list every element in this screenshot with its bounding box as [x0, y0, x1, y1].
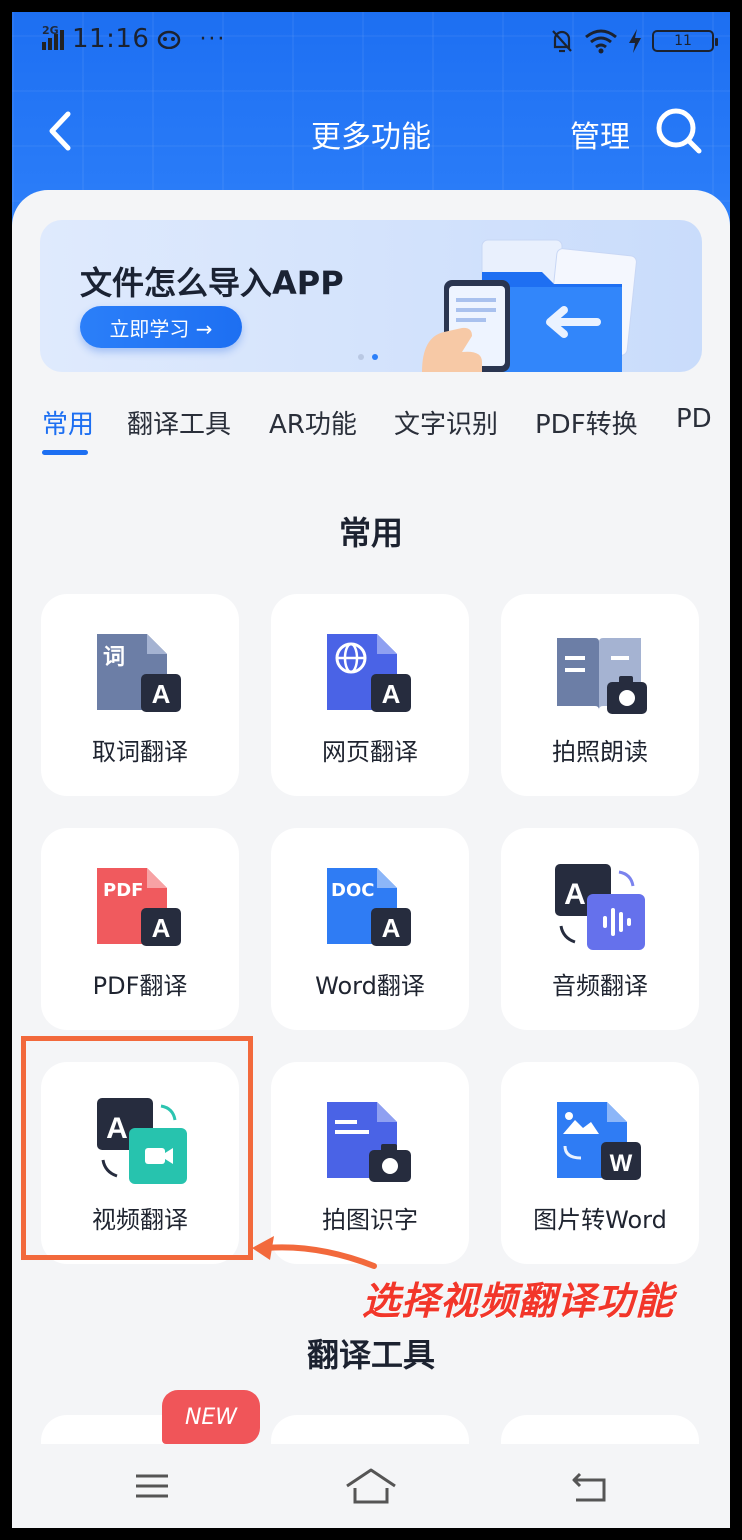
home-icon[interactable] [341, 1464, 401, 1508]
svg-text:A: A [152, 913, 171, 943]
svg-text:词: 词 [103, 645, 125, 670]
svg-text:A: A [382, 679, 401, 709]
nav-bar: 更多功能 管理 [12, 92, 730, 172]
tab-translate-tools[interactable]: 翻译工具 [127, 404, 231, 441]
tile-label: Word翻译 [315, 972, 425, 1000]
learn-now-button[interactable]: 立即学习 → [80, 306, 242, 348]
tile-label: 音频翻译 [552, 972, 648, 1000]
tile-label: 取词翻译 [92, 738, 188, 766]
network-type: 2G [42, 24, 59, 37]
svg-text:W: W [610, 1150, 633, 1177]
word-pick-translate-icon: 词 A [97, 634, 181, 712]
manage-button[interactable]: 管理 [570, 112, 630, 156]
tile-label: 网页翻译 [322, 738, 418, 766]
section-title-common: 常用 [338, 514, 403, 552]
content-area: 文件怎么导入APP 立即学习 → 常用 翻译工具 AR功能 文字识别 PDF转换… [12, 190, 730, 1460]
tile-pdf-translate[interactable]: PDF A PDF翻译 [41, 828, 239, 1030]
tile-audio-translate[interactable]: A 音频翻译 [501, 828, 699, 1030]
more-notifications: ··· [199, 26, 227, 52]
photo-ocr-icon [327, 1102, 411, 1182]
svg-text:DOC: DOC [331, 880, 374, 901]
svg-text:A: A [152, 679, 171, 709]
wifi-icon [585, 29, 617, 54]
annotation-highlight-box [21, 1036, 253, 1260]
annotation-arrow-icon [252, 1236, 377, 1269]
section-title-translate-tools: 翻译工具 [306, 1336, 435, 1374]
tab-common[interactable]: 常用 [42, 404, 94, 441]
tab-ocr[interactable]: 文字识别 [394, 404, 498, 441]
photo-read-aloud-icon [557, 638, 647, 714]
svg-text:A: A [564, 878, 586, 911]
tile-label: 图片转Word [533, 1206, 667, 1234]
menu-icon[interactable] [122, 1464, 182, 1508]
tab-pdf-more[interactable]: PD [676, 404, 712, 434]
app-screen: 2G 11:16 ··· 11 更多功能 管理 文件怎么导入APP 立即学习 →… [12, 12, 730, 1528]
new-badge: NEW [162, 1390, 260, 1444]
tile-label: 拍照朗读 [552, 738, 648, 766]
pdf-translate-icon: PDF A [97, 868, 181, 946]
status-bar: 2G 11:16 ··· 11 [12, 12, 730, 68]
banner-title: 文件怎么导入APP [80, 264, 344, 302]
system-navigation-bar [12, 1444, 730, 1528]
banner-pager [358, 354, 378, 360]
word-translate-icon: DOC A [327, 868, 411, 946]
promo-banner[interactable]: 文件怎么导入APP 立即学习 → [40, 220, 702, 372]
web-translate-icon: A [327, 634, 411, 712]
svg-text:A: A [382, 913, 401, 943]
back-icon[interactable] [560, 1464, 620, 1508]
charging-icon [629, 29, 641, 53]
search-icon[interactable] [654, 106, 704, 156]
status-time: 11:16 [72, 24, 150, 54]
image-to-word-icon: W [557, 1102, 641, 1180]
app-notification-icon [158, 30, 181, 49]
active-tab-indicator [42, 450, 88, 455]
battery-indicator: 11 [652, 30, 718, 52]
file-import-illustration [422, 239, 637, 372]
tile-word-pick-translate[interactable]: 词 A 取词翻译 [41, 594, 239, 796]
category-tabs: 常用 翻译工具 AR功能 文字识别 PDF转换 PD [12, 390, 730, 460]
tile-word-translate[interactable]: DOC A Word翻译 [271, 828, 469, 1030]
tile-photo-read-aloud[interactable]: 拍照朗读 [501, 594, 699, 796]
tile-web-translate[interactable]: A 网页翻译 [271, 594, 469, 796]
tab-ar[interactable]: AR功能 [269, 404, 357, 441]
annotation-text: 选择视频翻译功能 [362, 1279, 675, 1323]
svg-text:PDF: PDF [103, 880, 143, 901]
audio-translate-icon: A [555, 864, 645, 950]
mute-bell-icon [552, 30, 572, 53]
tab-pdf-convert[interactable]: PDF转换 [535, 404, 638, 441]
signal-icon: 2G [42, 24, 64, 50]
tile-label: PDF翻译 [92, 972, 188, 1000]
tile-image-to-word[interactable]: W 图片转Word [501, 1062, 699, 1264]
